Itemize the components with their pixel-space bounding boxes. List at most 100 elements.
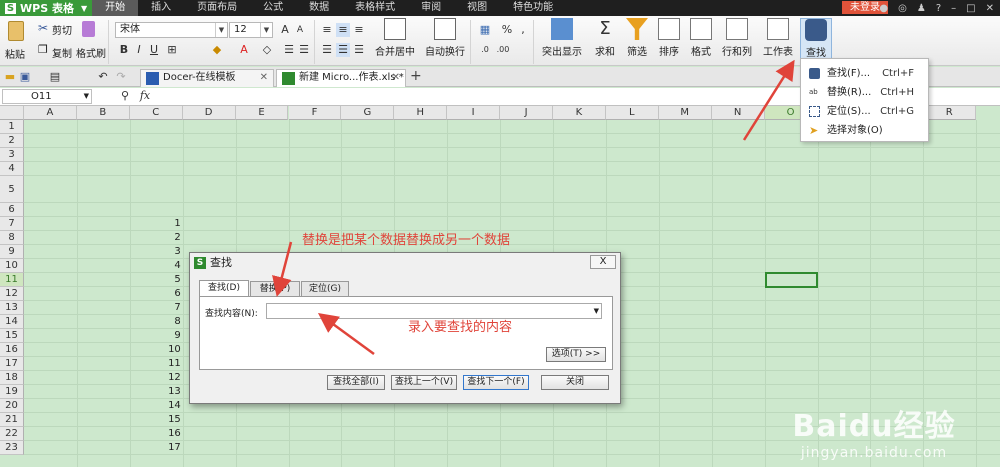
column-header[interactable]: N xyxy=(711,106,765,120)
cell-value[interactable]: 11 xyxy=(130,357,186,371)
currency-icon[interactable]: ▦ xyxy=(478,23,492,37)
tab-workbook[interactable]: 新建 Micro...作表.xls * ✕ xyxy=(276,69,406,87)
row-header[interactable]: 18 xyxy=(0,371,24,385)
decrease-decimal-icon[interactable]: .00 xyxy=(496,43,510,57)
zoom-icon[interactable]: ⚲ xyxy=(118,89,132,103)
tab-docer[interactable]: Docer-在线模板 ✕ xyxy=(140,69,274,87)
settings-icon[interactable]: ◎ xyxy=(898,3,907,14)
scissors-icon[interactable]: ✂ xyxy=(38,21,48,35)
copy-icon[interactable]: ❐ xyxy=(38,43,48,56)
cell-value[interactable]: 12 xyxy=(130,371,186,385)
row-header[interactable]: 5 xyxy=(0,176,24,203)
underline-button[interactable]: U xyxy=(147,43,161,57)
format-painter-icon[interactable] xyxy=(82,21,95,37)
highlight-button[interactable]: 突出显示 xyxy=(538,18,586,64)
dialog-close-button[interactable]: X xyxy=(590,255,616,269)
find-next-button[interactable]: 查找下一个(F) xyxy=(463,375,529,390)
format-painter-button[interactable]: 格式刷 xyxy=(76,45,106,60)
format-button[interactable]: 格式 xyxy=(686,18,716,64)
menu-item-replace[interactable]: ab 替换(R)... Ctrl+H xyxy=(801,83,928,102)
close-icon[interactable]: ✕ xyxy=(986,3,994,14)
cell-value[interactable]: 7 xyxy=(130,301,186,315)
cell-value[interactable]: 3 xyxy=(130,245,186,259)
name-box[interactable]: O11 ▼ xyxy=(2,89,92,104)
row-header[interactable]: 2 xyxy=(0,134,24,148)
column-header[interactable]: R xyxy=(923,106,977,120)
paste-icon[interactable] xyxy=(8,21,24,41)
column-header[interactable]: K xyxy=(553,106,606,120)
redo-icon[interactable]: ↷ xyxy=(114,70,128,84)
column-header[interactable]: I xyxy=(447,106,501,120)
bold-button[interactable]: B xyxy=(117,43,131,57)
align-bottom-icon[interactable]: ≡ xyxy=(352,23,366,37)
row-header[interactable]: 1 xyxy=(0,120,24,134)
align-middle-icon[interactable]: ≡ xyxy=(336,23,350,37)
align-left-icon[interactable]: ☰ xyxy=(320,43,334,57)
row-header[interactable]: 16 xyxy=(0,343,24,357)
menu-review[interactable]: 审阅 xyxy=(408,0,454,16)
tab-replace[interactable]: 替换(P) xyxy=(250,281,300,296)
column-header[interactable]: E xyxy=(235,106,289,120)
options-button[interactable]: 选项(T) >> xyxy=(546,347,606,362)
restore-icon[interactable]: □ xyxy=(966,3,975,14)
row-header[interactable]: 4 xyxy=(0,162,24,176)
menu-page-layout[interactable]: 页面布局 xyxy=(184,0,250,16)
menu-insert[interactable]: 插入 xyxy=(138,0,184,16)
cut-button[interactable]: 剪切 xyxy=(52,22,72,37)
cell-value[interactable]: 6 xyxy=(130,287,186,301)
thousands-icon[interactable]: , xyxy=(516,23,530,37)
undo-icon[interactable]: ↶ xyxy=(96,70,110,84)
close-icon[interactable]: ✕ xyxy=(392,70,400,86)
menu-data[interactable]: 数据 xyxy=(296,0,342,16)
row-header[interactable]: 12 xyxy=(0,287,24,301)
align-center-icon[interactable]: ☰ xyxy=(336,43,350,57)
align-top-icon[interactable]: ≡ xyxy=(320,23,334,37)
row-header[interactable]: 22 xyxy=(0,427,24,441)
column-header[interactable]: D xyxy=(182,106,236,120)
tab-find[interactable]: 查找(D) xyxy=(199,280,249,297)
row-header[interactable]: 8 xyxy=(0,231,24,245)
italic-button[interactable]: I xyxy=(132,43,146,57)
cell-value[interactable]: 8 xyxy=(130,315,186,329)
rowcol-button[interactable]: 行和列 xyxy=(718,18,756,64)
row-header[interactable]: 14 xyxy=(0,315,24,329)
cell-value[interactable]: 14 xyxy=(130,399,186,413)
column-header[interactable]: F xyxy=(288,106,342,120)
menu-table-style[interactable]: 表格样式 xyxy=(342,0,408,16)
align-right-icon[interactable]: ☰ xyxy=(352,43,366,57)
row-header[interactable]: 19 xyxy=(0,385,24,399)
cell-value[interactable]: 16 xyxy=(130,427,186,441)
indent-icon[interactable]: ☰ xyxy=(282,43,296,57)
menu-item-goto[interactable]: 定位(S)... Ctrl+G xyxy=(801,102,928,121)
cell-value[interactable]: 9 xyxy=(130,329,186,343)
print-icon[interactable]: ▤ xyxy=(48,70,62,84)
wrap-text-button[interactable]: 自动换行 xyxy=(423,18,467,64)
cell-value[interactable]: 4 xyxy=(130,259,186,273)
open-folder-icon[interactable]: ▬ xyxy=(3,70,17,84)
close-icon[interactable]: ✕ xyxy=(260,70,268,86)
close-button[interactable]: 关闭 xyxy=(541,375,609,390)
row-header[interactable]: 15 xyxy=(0,329,24,343)
skin-icon[interactable]: ● xyxy=(879,3,888,14)
row-header[interactable]: 21 xyxy=(0,413,24,427)
row-header[interactable]: 6 xyxy=(0,203,24,217)
row-header[interactable]: 9 xyxy=(0,245,24,259)
new-tab-icon[interactable]: + xyxy=(410,68,422,84)
copy-button[interactable]: 复制 xyxy=(52,45,72,60)
menu-formula[interactable]: 公式 xyxy=(250,0,296,16)
menu-item-find[interactable]: 查找(F)... Ctrl+F xyxy=(801,64,928,83)
minimize-icon[interactable]: – xyxy=(951,3,956,14)
clear-format-icon[interactable]: ◇ xyxy=(260,43,274,57)
font-size-select[interactable]: 12 ▼ xyxy=(229,22,273,38)
column-header[interactable]: M xyxy=(658,106,712,120)
app-menu-button[interactable]: S WPS 表格 ▼ xyxy=(0,0,93,16)
worksheet-button[interactable]: 工作表 xyxy=(758,18,798,64)
paste-button[interactable]: 粘贴 xyxy=(5,46,25,61)
menu-view[interactable]: 视图 xyxy=(454,0,500,16)
border-icon[interactable]: ⊞ xyxy=(165,43,179,57)
row-header[interactable]: 10 xyxy=(0,259,24,273)
chevron-down-icon[interactable]: ▼ xyxy=(594,304,599,318)
font-name-select[interactable]: 宋体 ▼ xyxy=(115,22,228,38)
percent-button[interactable]: % xyxy=(500,23,514,37)
cell-value[interactable]: 15 xyxy=(130,413,186,427)
